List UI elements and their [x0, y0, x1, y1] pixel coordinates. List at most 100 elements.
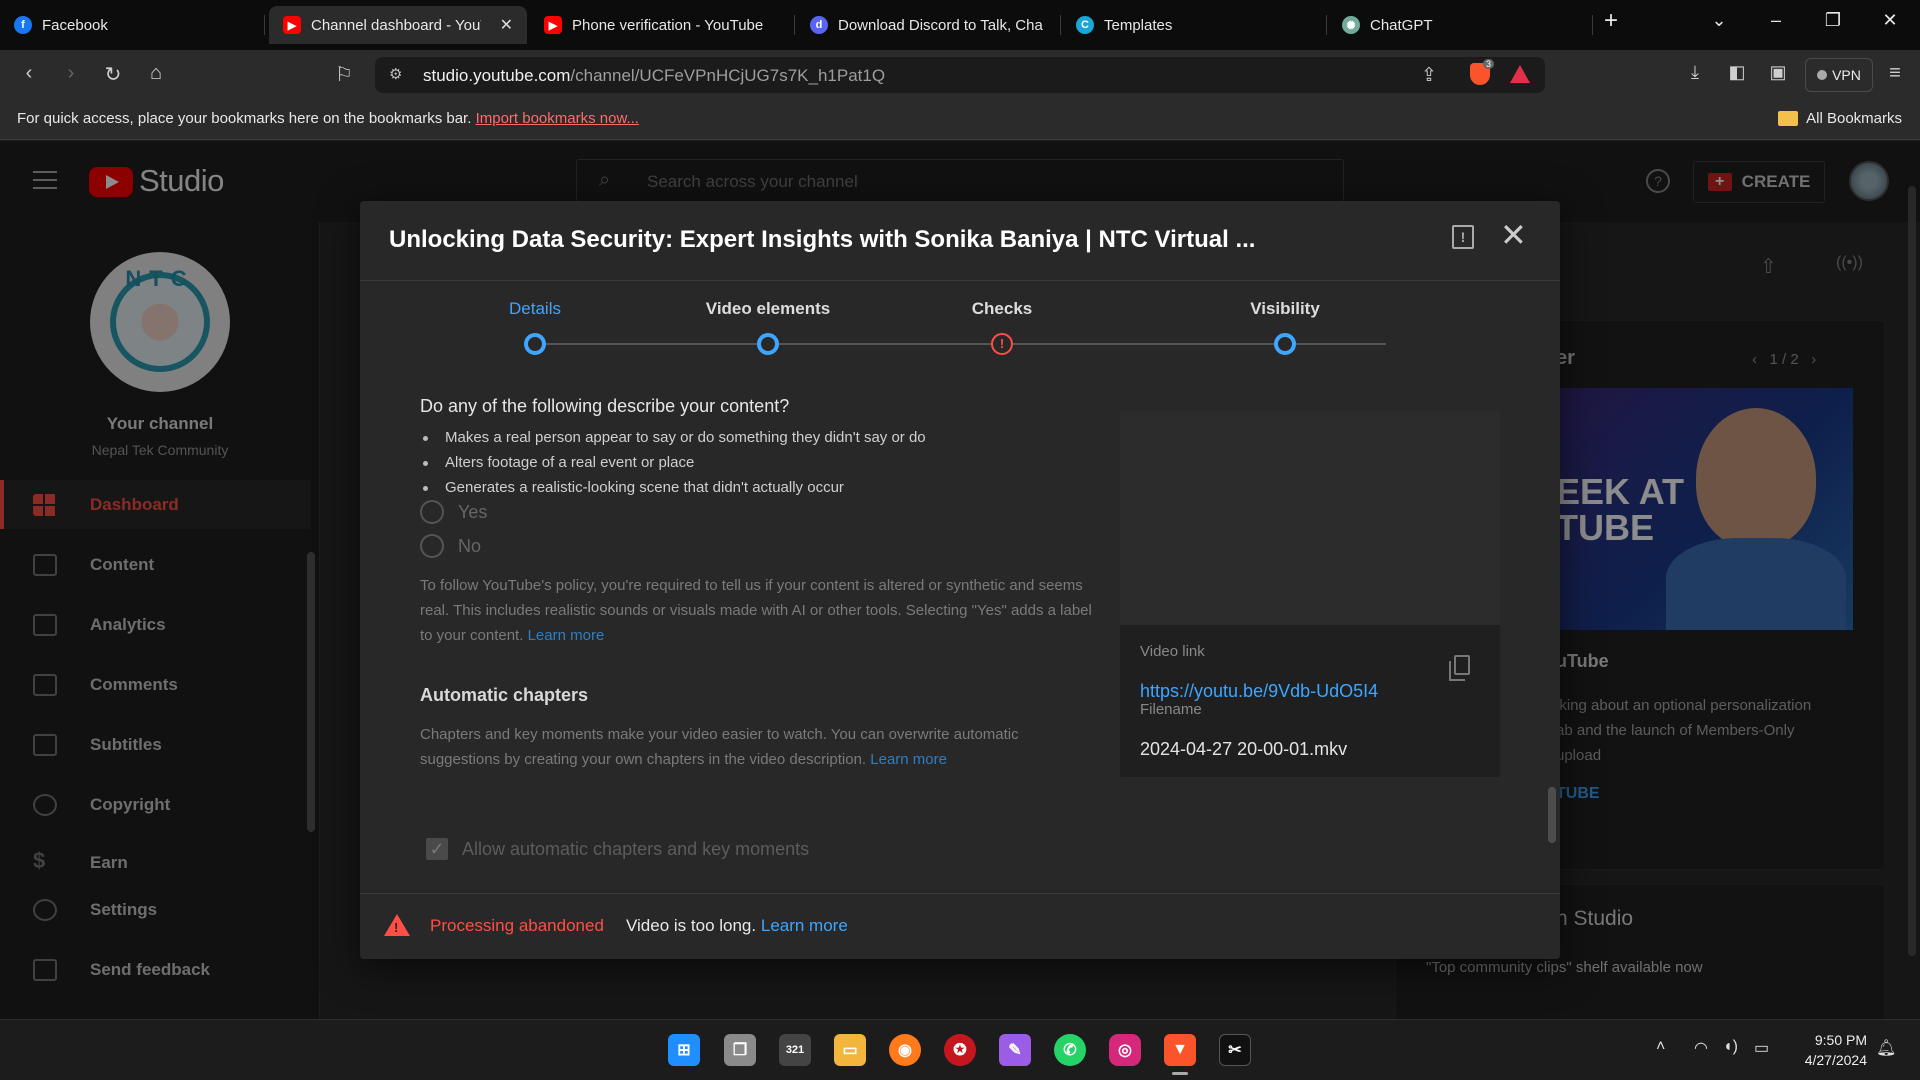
tab-youtube-studio[interactable]: ▶ Channel dashboard - YouTube Studio ✕ — [269, 6, 527, 44]
menu-icon[interactable]: ≡ — [1880, 62, 1910, 85]
step-visibility[interactable]: Visibility — [1185, 299, 1385, 355]
whatsapp-icon[interactable]: ✆ — [1054, 1034, 1086, 1066]
dialog-footer: Processing abandoned Video is too long. … — [360, 893, 1560, 959]
all-bookmarks-button[interactable]: All Bookmarks — [1778, 110, 1902, 127]
tab-discord[interactable]: d Download Discord to Talk, Chat — [796, 6, 1061, 44]
sidebar-toggle-icon[interactable]: ◧ — [1722, 62, 1752, 83]
notification-bell-icon[interactable]: 🔔︎ — [1876, 1038, 1896, 1058]
volume-icon[interactable]: ◖) — [1723, 1038, 1738, 1056]
altered-content-question: Do any of the following describe your co… — [420, 396, 790, 416]
copy-icon[interactable] — [1449, 655, 1470, 681]
altered-content-list: Makes a real person appear to say or do … — [420, 429, 926, 504]
bookmarks-bar: For quick access, place your bookmarks h… — [0, 100, 1920, 140]
list-item: Generates a realistic-looking scene that… — [420, 479, 926, 504]
dialog-scrollbar[interactable] — [1548, 787, 1556, 843]
system-clock[interactable]: 9:50 PM 4/27/2024 — [1785, 1030, 1867, 1070]
tab-title: Phone verification - YouTube — [572, 16, 764, 34]
video-link[interactable]: https://youtu.be/9Vdb-UdO5I4 — [1140, 681, 1378, 702]
video-link-label: Video link — [1140, 643, 1205, 660]
processing-message: Video is too long. Learn more — [626, 916, 848, 935]
radio-no[interactable]: No — [420, 534, 481, 558]
youtube-icon: ▶ — [544, 16, 562, 34]
back-icon[interactable]: ‹ — [14, 62, 44, 85]
video-player[interactable] — [1120, 411, 1500, 625]
windows-start-icon[interactable]: ⊞ — [668, 1034, 700, 1066]
folder-icon — [1778, 111, 1799, 126]
step-visibility-dot — [1274, 333, 1296, 355]
address-bar[interactable]: ⚙ studio.youtube.com/channel/UCFeVPnHCjU… — [375, 57, 1545, 93]
windows-taskbar: ⊞ ❐ 321 ▭ ◉ ✪ ✎ ✆ ◎ ▼ ✂ ˄ ◠ ◖) ▭ 9:50 PM… — [0, 1019, 1920, 1080]
report-feedback-icon[interactable]: ! — [1452, 225, 1474, 249]
checkmark-icon: ✓ — [426, 838, 448, 860]
warning-icon: ! — [991, 333, 1013, 355]
close-dialog-icon[interactable]: ✕ — [1500, 219, 1527, 251]
canva-icon: C — [1076, 16, 1094, 34]
wifi-icon[interactable]: ◠ — [1694, 1038, 1708, 1058]
url-text: studio.youtube.com/channel/UCFeVPnHCjUG7… — [423, 66, 886, 85]
share-icon[interactable]: ⇪ — [1421, 64, 1437, 87]
downloads-icon[interactable]: ⤓ — [1680, 62, 1710, 83]
dialog-header: Unlocking Data Security: Expert Insights… — [360, 201, 1560, 281]
vpn-button[interactable]: VPN — [1805, 58, 1873, 92]
step-video-elements[interactable]: Video elements — [668, 299, 868, 355]
dialog-title: Unlocking Data Security: Expert Insights… — [389, 226, 1256, 253]
chapters-learn-more-link[interactable]: Learn more — [870, 751, 947, 768]
import-bookmarks-link[interactable]: Import bookmarks now... — [476, 110, 639, 127]
shields-badge: 3 — [1483, 59, 1495, 69]
restore-icon[interactable]: ❐ — [1813, 10, 1853, 31]
paint-app-icon[interactable]: ✎ — [999, 1034, 1031, 1066]
brave-icon[interactable]: ▼ — [1164, 1034, 1196, 1075]
tab-title: Facebook — [42, 16, 108, 34]
tab-templates[interactable]: C Templates — [1062, 6, 1327, 44]
policy-text: To follow YouTube's policy, you're requi… — [420, 577, 1092, 644]
youtube-icon: ▶ — [283, 16, 301, 34]
instagram-icon[interactable]: ◎ — [1109, 1034, 1141, 1066]
list-item: Alters footage of a real event or place — [420, 454, 926, 479]
auto-chapters-checkbox[interactable]: ✓ Allow automatic chapters and key moment… — [426, 838, 809, 860]
facebook-icon: f — [14, 16, 32, 34]
step-details-dot — [524, 333, 546, 355]
video-details-dialog: Unlocking Data Security: Expert Insights… — [360, 201, 1560, 959]
tab-title: Download Discord to Talk, Chat — [838, 16, 1043, 34]
site-info-icon[interactable]: ⚙ — [389, 65, 402, 83]
firefox-icon[interactable]: ◉ — [889, 1034, 921, 1066]
show-hidden-icons-icon[interactable]: ˄ — [1656, 1038, 1665, 1056]
policy-learn-more-link[interactable]: Learn more — [528, 627, 605, 644]
step-details[interactable]: Details — [435, 299, 635, 355]
app-red-icon[interactable]: ✪ — [944, 1034, 976, 1066]
footer-learn-more-link[interactable]: Learn more — [761, 916, 848, 935]
dialog-body: Do any of the following describe your co… — [360, 377, 1560, 893]
task-view-icon[interactable]: ❐ — [724, 1034, 756, 1066]
discord-icon: d — [810, 16, 828, 34]
tab-phone-verification[interactable]: ▶ Phone verification - YouTube — [530, 6, 795, 44]
tab-search-chevron-icon[interactable]: ⌄ — [1699, 10, 1739, 31]
browser-toolbar: ‹ › ↻ ⌂ ⚐ ⚙ studio.youtube.com/channel/U… — [0, 50, 1920, 100]
warning-triangle-icon — [384, 914, 410, 936]
filename-value: 2024-04-27 20-00-01.mkv — [1140, 739, 1348, 759]
radio-circle — [420, 534, 444, 558]
calendar-app-icon[interactable]: 321 — [779, 1034, 811, 1066]
wallet-icon[interactable]: ▣ — [1763, 62, 1793, 83]
tab-facebook[interactable]: f Facebook — [0, 6, 265, 44]
close-tab-icon[interactable]: ✕ — [492, 15, 513, 35]
new-tab-icon[interactable]: + — [1591, 7, 1631, 35]
radio-yes[interactable]: Yes — [420, 500, 487, 524]
vpn-status-icon — [1817, 70, 1828, 80]
reload-icon[interactable]: ↻ — [98, 62, 128, 87]
list-item: Makes a real person appear to say or do … — [420, 429, 926, 454]
file-explorer-icon[interactable]: ▭ — [834, 1034, 866, 1066]
brave-rewards-icon[interactable] — [1510, 65, 1530, 83]
close-window-icon[interactable]: ✕ — [1870, 10, 1910, 31]
tab-title: Channel dashboard - YouTube Studio — [311, 16, 481, 34]
radio-circle — [420, 500, 444, 524]
capcut-icon[interactable]: ✂ — [1219, 1034, 1251, 1066]
home-icon[interactable]: ⌂ — [141, 62, 171, 85]
tab-title: Templates — [1104, 16, 1173, 34]
bookmark-icon[interactable]: ⚐ — [329, 62, 359, 87]
battery-icon[interactable]: ▭ — [1754, 1038, 1769, 1058]
chatgpt-icon: ✺ — [1342, 16, 1360, 34]
forward-icon[interactable]: › — [56, 62, 86, 85]
step-checks[interactable]: Checks! — [902, 299, 1102, 355]
minimize-icon[interactable]: – — [1756, 10, 1796, 31]
tab-chatgpt[interactable]: ✺ ChatGPT — [1328, 6, 1593, 44]
